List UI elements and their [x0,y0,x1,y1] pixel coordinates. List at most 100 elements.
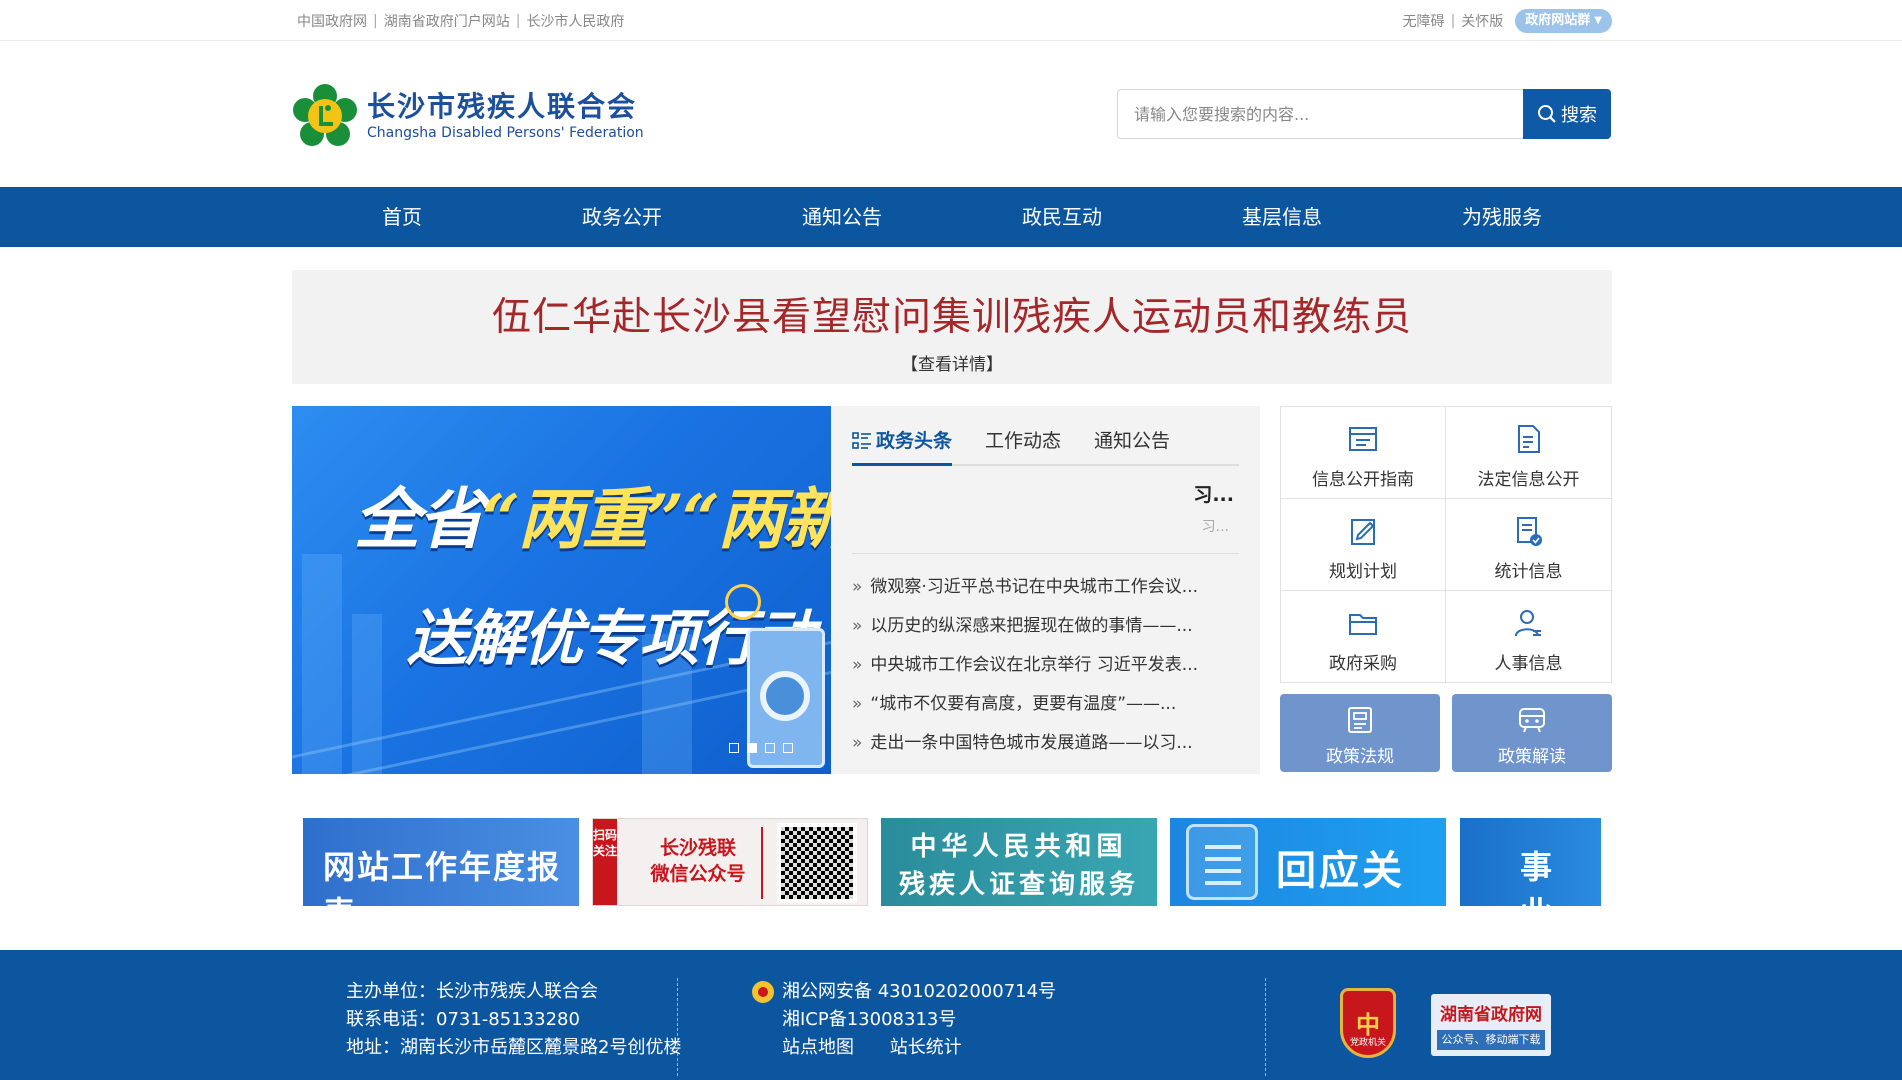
top-bar: 中国政府网 | 湖南省政府门户网站 | 长沙市人民政府 无障碍 | 关怀版 政府… [0,0,1902,41]
policy-law-button[interactable]: 政策法规 [1280,694,1440,772]
policy-interpret-label: 政策解读 [1498,747,1566,767]
link-hunan-gov[interactable]: 湖南省政府门户网站 [384,11,510,31]
doc-line [1205,845,1241,849]
tab-label: 政务头条 [876,430,953,452]
search-button[interactable]: 搜索 [1523,89,1611,139]
doc-line [1205,881,1241,885]
wechat-text: 长沙残联 微信公众号 [633,835,763,887]
federation-emblem-icon [293,84,357,146]
nav-item-services[interactable]: 为残服务 [1392,187,1612,247]
news-list: » 微观察·习近平总书记在中央城市工作会议... » 以历史的纵深感来把握现在做的事… [852,568,1239,763]
nav-item-home[interactable]: 首页 [292,187,512,247]
quick-access-grid: 信息公开指南 法定信息公开 规划计划 统计信息 政府采购 人事信息 [1280,406,1612,683]
accessibility-link[interactable]: 无障碍 [1403,11,1445,31]
separator: | [515,13,521,29]
main-nav: 首页 政务公开 通知公告 政民互动 基层信息 为残服务 [0,187,1902,247]
statistics-icon [1517,517,1542,546]
carousel-dot[interactable] [783,743,793,753]
news-list-item[interactable]: » “城市不仅要有高度，更要有温度”——... [852,685,1239,724]
quick-link-procurement[interactable]: 政府采购 [1281,591,1446,683]
featured-news[interactable]: 习... 习... [852,472,1239,554]
news-list-item[interactable]: » 以历史的纵深感来把握现在做的事情——... [852,607,1239,646]
tab-work-news[interactable]: 工作动态 [985,426,1061,466]
cert-line1: 中华人民共和国 [910,832,1128,862]
quick-link-label: 法定信息公开 [1477,470,1580,490]
carousel-dot[interactable] [747,743,757,753]
news-list-item[interactable]: » 走出一条中国特色城市发展道路——以习... [852,724,1239,763]
quick-link-personnel[interactable]: 人事信息 [1446,591,1611,683]
headline-title[interactable]: 伍仁华赴长沙县看望慰问集训残疾人运动员和教练员 [292,286,1612,342]
decorative-building [302,554,342,774]
procurement-icon [1349,614,1377,635]
info-guide-icon [1349,427,1377,451]
respond-text: 回应关切 [1276,848,1405,894]
respond-concerns-banner[interactable]: 回应关切 [1170,818,1446,906]
quick-link-label: 统计信息 [1494,562,1563,582]
policy-interpret-button[interactable]: 政策解读 [1452,694,1612,772]
personnel-icon [1515,610,1541,637]
quick-link-label: 规划计划 [1329,562,1397,582]
quick-link-statistics[interactable]: 统计信息 [1446,499,1611,591]
qr-code-icon [777,823,857,903]
news-title: 中央城市工作会议在北京举行 习近平发表... [870,655,1199,675]
news-tabs: 政务头条 工作动态 通知公告 [852,426,1239,466]
search-input[interactable] [1117,89,1523,139]
carousel-dot[interactable] [729,743,739,753]
headline-more-link[interactable]: 【查看详情】 [292,350,1612,375]
image-carousel[interactable]: 全省“两重”“两新” 送解优专项行动 [292,406,831,774]
news-list-item[interactable]: » 微观察·习近平总书记在中央城市工作会议... [852,568,1239,607]
headline-banner: 伍仁华赴长沙县看望慰问集训残疾人运动员和教练员 【查看详情】 [292,270,1612,384]
hunan-gov-sub: 公众号、移动端下载 [1437,1030,1545,1050]
separator: | [1450,13,1456,29]
party-gov-badge[interactable]: 中 党政机关 [1340,988,1396,1058]
police-badge-icon [752,981,774,1003]
career-banner[interactable]: 事业 [1460,818,1601,906]
slide-text-prefix: 全省 [354,480,484,558]
featured-news-summary: 习... [1201,519,1229,535]
nav-item-gov-affairs[interactable]: 政务公开 [512,187,732,247]
quick-link-info-guide[interactable]: 信息公开指南 [1281,407,1446,499]
site-stats-link[interactable]: 站长统计 [890,1037,962,1058]
slide-headline-line1: 全省“两重”“两新” [354,466,831,562]
gov-group-label: 政府网站群 [1525,13,1591,28]
icp-record-link[interactable]: 湘ICP备13008313号 [782,1009,956,1030]
elder-mode-link[interactable]: 关怀版 [1461,11,1503,31]
footer-icp-row: 湘ICP备13008313号 [752,1006,1056,1034]
footer-phone: 联系电话：0731-85133280 [346,1009,580,1030]
wechat-line2: 微信公众号 [650,863,746,885]
news-panel: 政务头条 工作动态 通知公告 习... 习... » 微观察·习近平总书记在中央城… [831,406,1260,774]
footer-police-row: 湘公网安备 43010202000714号 [752,978,1056,1006]
nav-item-interaction[interactable]: 政民互动 [952,187,1172,247]
link-changsha-gov[interactable]: 长沙市人民政府 [526,11,624,31]
featured-news-title: 习... [1193,484,1234,506]
hunan-gov-app-badge[interactable]: 湖南省政府网 公众号、移动端下载 [1431,994,1551,1056]
washer-door [760,671,810,721]
search-button-label: 搜索 [1561,105,1597,126]
tab-notices[interactable]: 通知公告 [1094,426,1170,466]
wechat-tag: 扫码关注 [593,819,617,905]
sitemap-link[interactable]: 站点地图 [782,1037,854,1058]
gov-group-dropdown[interactable]: 政府网站群 ▼ [1515,9,1612,33]
police-record-link[interactable]: 湘公网安备 43010202000714号 [782,978,1056,1006]
annual-report-banner[interactable]: 网站工作年度报表 [303,818,579,906]
nav-item-notices[interactable]: 通知公告 [732,187,952,247]
site-logo[interactable]: 长沙市残疾人联合会 Changsha Disabled Persons' Fed… [293,84,644,148]
search-icon [1538,105,1556,123]
carousel-dot[interactable] [765,743,775,753]
career-text: 事业 [1520,848,1565,906]
footer-links: 站点地图 站长统计 [752,1034,1056,1062]
bullet-icon: » [852,733,863,753]
disability-cert-banner[interactable]: 中华人民共和国 残疾人证查询服务 [881,818,1157,906]
bullet-icon: » [852,616,863,636]
wechat-banner[interactable]: 扫码关注 长沙残联 微信公众号 [592,818,868,906]
quick-link-legal-info[interactable]: 法定信息公开 [1446,407,1611,499]
quick-link-plan[interactable]: 规划计划 [1281,499,1446,591]
top-links: 中国政府网 | 湖南省政府门户网站 | 长沙市人民政府 [297,11,624,31]
policy-interpret-icon [1519,708,1545,733]
news-list-item[interactable]: » 中央城市工作会议在北京举行 习近平发表... [852,646,1239,685]
link-china-gov[interactable]: 中国政府网 [297,11,367,31]
footer: 主办单位：长沙市残疾人联合会 联系电话：0731-85133280 地址：湖南长… [0,950,1902,1080]
tab-gov-headlines[interactable]: 政务头条 [852,426,953,466]
footer-divider [677,978,678,1076]
nav-item-grassroots[interactable]: 基层信息 [1172,187,1392,247]
